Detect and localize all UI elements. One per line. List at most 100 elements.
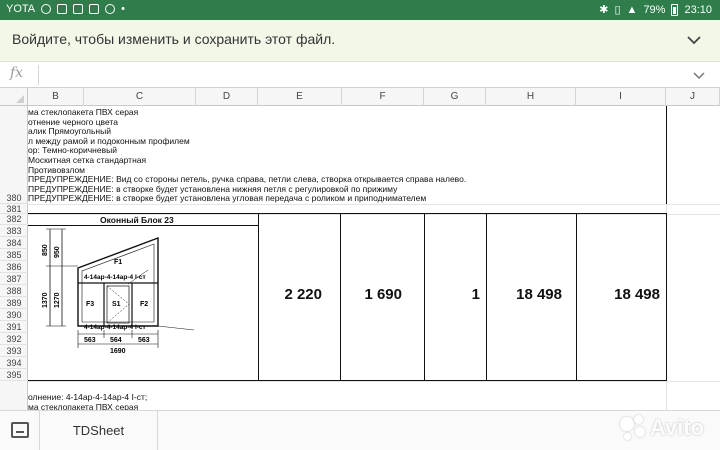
message-icon — [57, 4, 68, 14]
table-border — [28, 380, 667, 381]
note-line: Москитная сетка стандартная — [28, 154, 147, 165]
column-header-b[interactable]: B — [28, 88, 84, 106]
more-dots-icon: • — [121, 3, 125, 15]
sheet-tab[interactable]: TDSheet — [40, 411, 158, 450]
dim-label: 1270 — [54, 292, 61, 308]
formula-expand-icon[interactable] — [692, 68, 706, 82]
note-line: ПРЕДУПРЕЖДЕНИЕ: в створке будет установл… — [28, 193, 427, 204]
gridline — [28, 204, 720, 205]
vibrate-icon: ▯ — [614, 4, 621, 16]
select-all-corner[interactable] — [0, 88, 28, 106]
clock: 23:10 — [684, 3, 712, 16]
avito-logo-icon — [619, 415, 646, 441]
formula-separator — [38, 65, 39, 85]
row-header-385[interactable]: 385 — [0, 249, 28, 261]
dim-label: 563 — [138, 337, 150, 344]
banner-message: Войдите, чтобы изменить и сохранить этот… — [12, 31, 336, 47]
column-header-h[interactable]: H — [486, 88, 576, 106]
window-drawing: 850 950 1370 1270 F1 4-14ар-4-14ар-4 I-с… — [42, 228, 195, 355]
sheet-tab-bar: TDSheet Avito — [0, 410, 720, 450]
row-header-389[interactable]: 389 — [0, 297, 28, 309]
dim-label: 563 — [84, 337, 96, 344]
cell-area[interactable]: ма стеклопакета ПВХ серая отнение черног… — [28, 106, 720, 410]
table-border — [666, 106, 667, 204]
dim-label: 850 — [42, 244, 49, 256]
formula-input[interactable] — [46, 67, 646, 83]
notification-icon — [41, 4, 52, 14]
notes-top: ма стеклопакета ПВХ серая отнение черног… — [28, 108, 668, 204]
signal-icon: ▲ — [626, 3, 638, 16]
pane-label: F3 — [86, 301, 94, 308]
pane-label: F1 — [114, 259, 122, 266]
note-line: ма стеклопакета ПВХ серая — [28, 108, 139, 117]
table-border — [576, 213, 577, 381]
column-header-c[interactable]: C — [84, 88, 196, 106]
table-border — [486, 213, 487, 381]
column-headers: B C D E F G H I J — [0, 88, 720, 106]
row-headers: 380 381 382 383 384 385 386 387 388 389 … — [0, 106, 28, 410]
block-title: Оконный Блок 23 — [100, 215, 174, 225]
value-i: 18 498 — [614, 286, 660, 303]
chevron-down-icon[interactable] — [684, 30, 704, 50]
gridline — [28, 381, 720, 382]
battery-percent: 79% — [643, 3, 666, 16]
pane-label: S1 — [112, 301, 121, 308]
battery-icon — [671, 3, 679, 16]
note-line: отнение черного цвета — [28, 116, 118, 127]
formula-bar: fx — [0, 62, 720, 88]
dim-label: 950 — [54, 246, 61, 258]
row-header-394[interactable]: 394 — [0, 357, 28, 369]
glass-label: 4-14ар-4-14ар-4 I-ст — [84, 324, 146, 331]
row-header-386[interactable]: 386 — [0, 261, 28, 273]
row-header-388[interactable]: 388 — [0, 285, 28, 297]
row-header-392[interactable]: 392 — [0, 333, 28, 345]
column-header-j[interactable]: J — [666, 88, 720, 106]
value-g: 1 — [471, 286, 480, 303]
browser-icon — [105, 4, 116, 14]
value-e: 2 220 — [284, 286, 322, 303]
dim-label: 564 — [110, 337, 122, 344]
note-line: ма стеклопакета ПВХ серая — [28, 402, 139, 410]
value-h: 18 498 — [516, 286, 562, 303]
table-border — [424, 213, 425, 381]
status-bar: YOTA • ✱ ▯ ▲ 79% 23:10 — [0, 0, 720, 20]
row-header-393[interactable]: 393 — [0, 345, 28, 357]
table-border — [258, 213, 259, 381]
sheets-icon — [11, 422, 29, 438]
value-f: 1 690 — [364, 286, 402, 303]
spreadsheet-grid[interactable]: B C D E F G H I J 380 381 382 383 384 38… — [0, 88, 720, 410]
tiktok-icon — [73, 4, 84, 14]
row-header-395[interactable]: 395 — [0, 369, 28, 381]
watermark-text: Avito — [649, 415, 704, 440]
row-header-382[interactable]: 382 — [0, 214, 28, 225]
bluetooth-icon: ✱ — [599, 4, 609, 16]
table-border — [340, 213, 341, 381]
avito-watermark: Avito — [619, 415, 704, 441]
video-icon — [89, 4, 100, 14]
row-header-391[interactable]: 391 — [0, 321, 28, 333]
row-header-381[interactable]: 381 — [0, 204, 28, 214]
sheets-list-button[interactable] — [0, 411, 40, 450]
fx-icon: fx — [10, 65, 24, 81]
carrier-label: YOTA — [6, 3, 36, 15]
column-header-f[interactable]: F — [342, 88, 424, 106]
column-header-g[interactable]: G — [424, 88, 486, 106]
pane-label: F2 — [140, 301, 148, 308]
column-header-i[interactable]: I — [576, 88, 666, 106]
row-header-383[interactable]: 383 — [0, 225, 28, 237]
dim-label: 1690 — [110, 348, 126, 355]
glass-label: 4-14ар-4-14ар-4 I-ст — [84, 274, 146, 281]
table-border — [666, 213, 667, 381]
row-header-390[interactable]: 390 — [0, 309, 28, 321]
row-header-380[interactable]: 380 — [0, 192, 28, 204]
table-border — [28, 213, 667, 214]
column-header-d[interactable]: D — [196, 88, 258, 106]
row-header-384[interactable]: 384 — [0, 237, 28, 249]
note-line: олнение: 4-14ар-4-14ар-4 I-ст; — [28, 392, 148, 402]
column-header-e[interactable]: E — [258, 88, 342, 106]
sign-in-banner: Войдите, чтобы изменить и сохранить этот… — [0, 20, 720, 62]
dim-label: 1370 — [42, 292, 49, 308]
row-header-387[interactable]: 387 — [0, 273, 28, 285]
note-line: л между рамой и подоконным профилем — [28, 135, 190, 146]
notes-bottom: олнение: 4-14ар-4-14ар-4 I-ст; ма стекло… — [28, 392, 147, 410]
